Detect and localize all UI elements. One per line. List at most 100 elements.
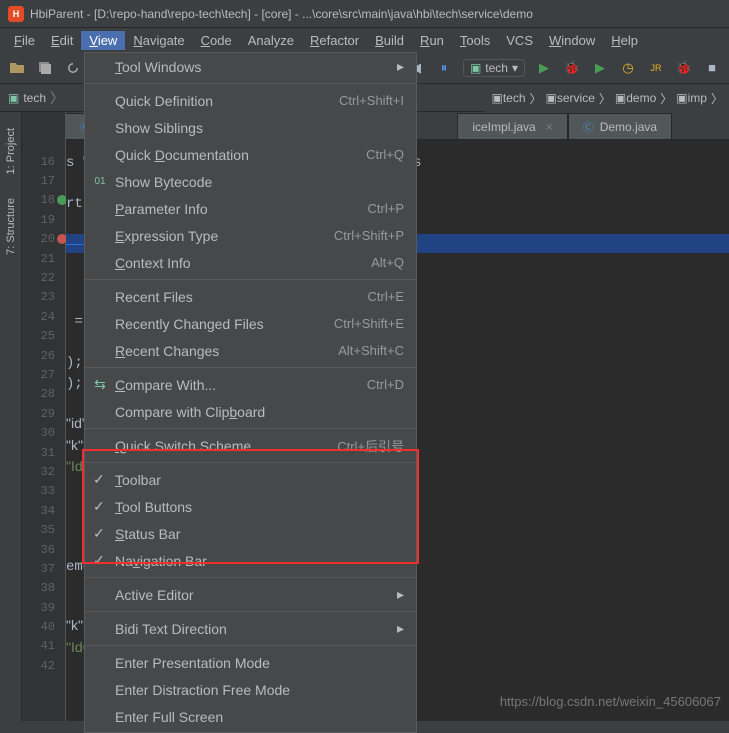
breadcrumb-root[interactable]: ▣ tech (8, 91, 46, 105)
menu-item-tool-buttons[interactable]: ✓Tool Buttons (85, 493, 416, 520)
run-config-selector[interactable]: ▣ tech ▾ (463, 59, 525, 77)
line-number: 18▲ (22, 191, 65, 210)
menu-item-enter-full-screen[interactable]: Enter Full Screen (85, 703, 416, 730)
menu-item-compare-with-clipboard[interactable]: Compare with Clipboard (85, 398, 416, 425)
run-icon[interactable]: ▶ (535, 59, 553, 77)
profile-icon[interactable]: ◷ (619, 59, 637, 77)
menu-item-parameter-info[interactable]: Parameter Info Ctrl+P (85, 195, 416, 222)
menu-item-show-siblings[interactable]: Show Siblings (85, 114, 416, 141)
menu-item-label: Active Editor (115, 587, 194, 603)
stop-icon[interactable]: 🐞 (675, 59, 693, 77)
menu-item-recent-changes[interactable]: Recent ChangesAlt+Shift+C (85, 337, 416, 364)
menu-item-quick-documentation[interactable]: Quick DocumentationCtrl+Q (85, 141, 416, 168)
breadcrumb-label: tech (23, 91, 46, 105)
shortcut-label: Ctrl+Shift+P (334, 228, 404, 243)
breadcrumb-item[interactable]: ▣service (546, 91, 595, 105)
menu-separator (85, 83, 416, 84)
breadcrumb-item[interactable]: ▣imp (676, 91, 707, 105)
shortcut-label: Ctrl+P (368, 201, 404, 216)
menu-code[interactable]: Code (193, 31, 240, 50)
line-number: 35 (22, 520, 65, 539)
compare-icon: ⇆ (91, 376, 109, 393)
jrebel-icon[interactable]: JR (647, 59, 665, 77)
menu-item-label: Compare With... (115, 377, 216, 393)
menu-item-quick-switch-scheme[interactable]: Quick Switch Scheme...Ctrl+后引号 (85, 432, 416, 459)
line-number: 25 (22, 327, 65, 346)
shortcut-label: Ctrl+后引号 (337, 436, 404, 455)
line-number: 28 (22, 385, 65, 404)
line-number: 29 (22, 404, 65, 423)
open-icon[interactable] (8, 59, 26, 77)
menu-item-label: Recent Files (115, 289, 193, 305)
menu-item-tool-windows[interactable]: Tool Windows▸ (85, 53, 416, 80)
close-tab-icon[interactable]: × (546, 120, 553, 134)
line-number: 17 (22, 171, 65, 190)
menu-item-compare-with[interactable]: ⇆Compare With...Ctrl+D (85, 371, 416, 398)
shortcut-label: Ctrl+Shift+E (334, 316, 404, 331)
menu-item-active-editor[interactable]: Active Editor▸ (85, 581, 416, 608)
menu-separator (85, 462, 416, 463)
menu-item-label: Parameter Info (115, 201, 208, 217)
chevron-right-icon: 〉 (50, 88, 64, 108)
save-all-icon[interactable] (36, 59, 54, 77)
menu-item-show-bytecode[interactable]: 01Show Bytecode (85, 168, 416, 195)
menu-item-status-bar[interactable]: ✓ Status Bar (85, 520, 416, 547)
bytecode-icon: 01 (91, 176, 109, 187)
menu-analyze[interactable]: Analyze (240, 31, 302, 50)
menu-item-enter-presentation-mode[interactable]: Enter Presentation Mode (85, 649, 416, 676)
menu-vcs[interactable]: VCS (498, 31, 541, 50)
menu-refactor[interactable]: Refactor (302, 31, 367, 50)
editor-gutter: 161718▲192021222324252627282930313233343… (22, 112, 66, 721)
menu-build[interactable]: Build (367, 31, 412, 50)
shortcut-label: Ctrl+Shift+I (339, 93, 404, 108)
menu-item-recent-files[interactable]: Recent FilesCtrl+E (85, 283, 416, 310)
menu-item-label: Tool Windows (115, 59, 201, 75)
line-number: 40 (22, 617, 65, 636)
debug-icon[interactable]: 🐞 (563, 59, 581, 77)
menu-item-recently-changed-files[interactable]: Recently Changed FilesCtrl+Shift+E (85, 310, 416, 337)
line-number: 19 (22, 210, 65, 229)
coverage-icon[interactable]: ▶ (591, 59, 609, 77)
menu-separator (85, 611, 416, 612)
menu-item-toolbar[interactable]: ✓Toolbar (85, 466, 416, 493)
stop2-icon[interactable]: ■ (703, 59, 721, 77)
refresh-icon[interactable] (64, 59, 82, 77)
pause-icon[interactable]: ⏸ (435, 59, 453, 77)
line-number: 16 (22, 152, 65, 171)
check-icon: ✓ (93, 525, 105, 542)
menu-item-label: Toolbar (115, 472, 161, 488)
menu-item-enter-distraction-free-mode[interactable]: Enter Distraction Free Mode (85, 676, 416, 703)
menu-window[interactable]: Window (541, 31, 603, 50)
submenu-arrow-icon: ▸ (397, 620, 404, 637)
breadcrumb-item[interactable]: ▣demo (615, 91, 656, 105)
menu-item-label: Quick Documentation (115, 147, 249, 163)
menu-item-navigation-bar[interactable]: ✓Navigation Bar (85, 547, 416, 574)
menu-item-bidi-text-direction[interactable]: Bidi Text Direction▸ (85, 615, 416, 642)
menu-item-quick-definition[interactable]: Quick DefinitionCtrl+Shift+I (85, 87, 416, 114)
line-number: 24 (22, 307, 65, 326)
menu-view[interactable]: View (81, 31, 125, 50)
menu-navigate[interactable]: Navigate (125, 31, 192, 50)
menu-item-context-info[interactable]: Context InfoAlt+Q (85, 249, 416, 276)
menu-file[interactable]: File (6, 31, 43, 50)
project-tool-window-button[interactable]: 1: Project (5, 128, 17, 174)
menu-item-label: Status Bar (115, 526, 180, 542)
run-config-label: tech (485, 61, 508, 75)
breadcrumb-item[interactable]: ▣tech (491, 91, 525, 105)
menu-help[interactable]: Help (603, 31, 646, 50)
left-tool-strip: 1: Project 7: Structure (0, 112, 22, 721)
tab-label: Demo.java (600, 120, 657, 134)
menu-item-expression-type[interactable]: Expression TypeCtrl+Shift+P (85, 222, 416, 249)
menu-edit[interactable]: Edit (43, 31, 81, 50)
chevron-right-icon: 〉 (660, 90, 672, 107)
editor-tab[interactable]: Ⓒ Demo.java (568, 113, 672, 139)
line-number: 21 (22, 249, 65, 268)
menu-separator (85, 428, 416, 429)
menu-separator (85, 367, 416, 368)
menu-tools[interactable]: Tools (452, 31, 498, 50)
line-number: 39 (22, 598, 65, 617)
watermark: https://blog.csdn.net/weixin_45606067 (500, 694, 721, 709)
structure-tool-window-button[interactable]: 7: Structure (5, 198, 17, 255)
menu-run[interactable]: Run (412, 31, 452, 50)
editor-tab[interactable]: iceImpl.java × (457, 113, 567, 139)
